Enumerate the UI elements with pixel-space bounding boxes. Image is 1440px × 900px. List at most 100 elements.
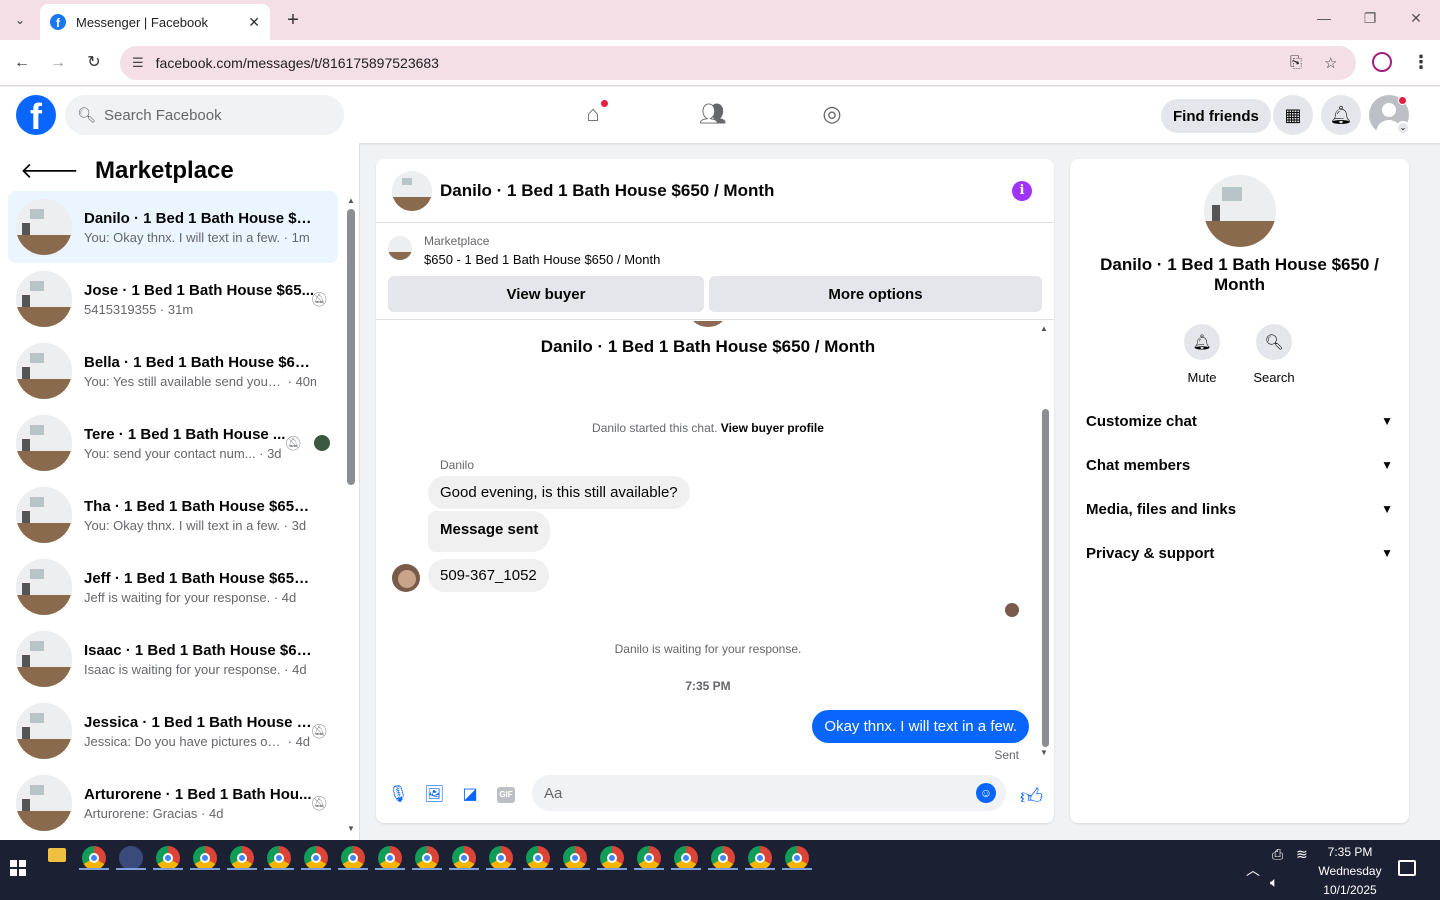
search-in-chat-icon[interactable]: 🔍︎ bbox=[1256, 324, 1292, 360]
conversation-row[interactable]: Arturorene · 1 Bed 1 Bath Hou... Arturore… bbox=[8, 767, 338, 839]
site-info-icon[interactable]: ☰ bbox=[132, 55, 144, 71]
customize-chat-section[interactable]: Customize chat ▼ bbox=[1086, 399, 1393, 443]
tray-device-icon[interactable]: ⎙ bbox=[1272, 846, 1283, 863]
chevron-down-icon: ▼ bbox=[1381, 546, 1393, 560]
mute-action[interactable]: 🔔︎ Mute bbox=[1172, 324, 1232, 385]
new-tab-icon[interactable]: + bbox=[282, 9, 304, 31]
bookmark-star-icon[interactable]: ☆ bbox=[1324, 54, 1337, 72]
omnibox[interactable]: ☰ facebook.com/messages/t/81617589752368… bbox=[120, 46, 1356, 80]
listing-thumbnail bbox=[16, 559, 72, 615]
chrome-taskbar-icon[interactable] bbox=[563, 846, 587, 870]
conversation-row[interactable]: Tha · 1 Bed 1 Bath House $650 / ... You: … bbox=[8, 479, 338, 551]
conversation-row[interactable]: Jose · 1 Bed 1 Bath House $65... 54153193… bbox=[8, 263, 338, 335]
chat-scrollbar[interactable] bbox=[1042, 409, 1049, 747]
chat-scroll-up-arrow[interactable]: ▲ bbox=[1040, 324, 1048, 333]
chrome-taskbar-icon[interactable] bbox=[452, 846, 476, 870]
info-icon[interactable]: i bbox=[1012, 181, 1032, 201]
chat-scroll-down-arrow[interactable]: ▼ bbox=[1040, 748, 1048, 757]
emoji-icon[interactable]: ☺ bbox=[976, 783, 996, 803]
chrome-taskbar-icon[interactable] bbox=[489, 846, 513, 870]
friends-icon[interactable]: 👥︎ bbox=[699, 101, 727, 129]
microphone-icon[interactable]: 🎙︎ bbox=[388, 785, 408, 805]
restore-icon[interactable]: ❐ bbox=[1360, 10, 1380, 27]
facebook-search-input[interactable] bbox=[104, 106, 325, 124]
windows-start-icon[interactable] bbox=[10, 860, 26, 876]
reload-icon[interactable]: ↻ bbox=[83, 52, 105, 74]
tab-search-icon[interactable]: ⌄ bbox=[8, 8, 32, 32]
minimize-icon[interactable]: — bbox=[1314, 10, 1334, 26]
forward-icon[interactable]: → bbox=[47, 52, 69, 74]
account-chevron-down-icon[interactable]: ⌄ bbox=[1396, 121, 1410, 135]
browser-tab[interactable]: f Messenger | Facebook ✕ bbox=[40, 4, 270, 40]
chrome-taskbar-icon[interactable] bbox=[600, 846, 624, 870]
gif-icon[interactable]: GIF bbox=[497, 787, 515, 803]
taskbar-app-icon[interactable] bbox=[119, 846, 143, 870]
notification-center-icon[interactable] bbox=[1398, 860, 1416, 876]
photo-icon[interactable]: 🖼︎ bbox=[424, 785, 444, 805]
message-input-wrapper[interactable]: ☺ bbox=[532, 775, 1006, 811]
chrome-taskbar-icon[interactable] bbox=[415, 846, 439, 870]
tab-title: Messenger | Facebook bbox=[76, 14, 208, 30]
conversation-row[interactable]: Isaac · 1 Bed 1 Bath House $650 ... Isaac… bbox=[8, 623, 338, 695]
buyer-avatar[interactable] bbox=[392, 564, 420, 592]
notifications-bell-icon[interactable]: 🔔︎ bbox=[1321, 95, 1361, 135]
privacy-support-section[interactable]: Privacy & support ▼ bbox=[1086, 531, 1393, 575]
system-clock[interactable]: 7:35 PM Wednesday 10/1/2025 bbox=[1310, 843, 1390, 900]
system-message-bubble[interactable]: Message sent bbox=[428, 511, 551, 552]
tray-chevron-icon[interactable]: ︿ bbox=[1246, 860, 1260, 880]
chrome-taskbar-icon[interactable] bbox=[378, 846, 402, 870]
chat-title[interactable]: Danilo · 1 Bed 1 Bath House $650 / Month bbox=[440, 181, 774, 201]
chrome-taskbar-icon[interactable] bbox=[526, 846, 550, 870]
chrome-taskbar-icon[interactable] bbox=[711, 846, 735, 870]
message-input[interactable] bbox=[544, 784, 964, 802]
network-icon[interactable]: ≋ bbox=[1296, 846, 1308, 863]
incoming-message-bubble[interactable]: Good evening, is this still available? bbox=[428, 476, 690, 509]
volume-icon[interactable]: 🔈︎ bbox=[1270, 874, 1278, 891]
facebook-search[interactable]: 🔍︎ bbox=[65, 95, 344, 135]
conversation-row[interactable]: Bella · 1 Bed 1 Bath House $650 ... You: … bbox=[8, 335, 338, 407]
conversation-row[interactable]: Jessica · 1 Bed 1 Bath House $... Jessica… bbox=[8, 695, 338, 767]
back-icon[interactable]: ← bbox=[11, 52, 33, 74]
facebook-logo-icon[interactable]: f bbox=[16, 95, 56, 135]
chrome-taskbar-icon[interactable] bbox=[230, 846, 254, 870]
chrome-taskbar-icon[interactable] bbox=[637, 846, 661, 870]
chrome-taskbar-icon[interactable] bbox=[82, 846, 106, 870]
outgoing-message-bubble[interactable]: Okay thnx. I will text in a few. bbox=[812, 710, 1029, 743]
chrome-taskbar-icon[interactable] bbox=[193, 846, 217, 870]
find-friends-button[interactable]: Find friends bbox=[1161, 99, 1271, 133]
chrome-taskbar-icon[interactable] bbox=[341, 846, 365, 870]
browser-menu-icon[interactable]: ⋮ bbox=[1412, 52, 1430, 73]
close-window-icon[interactable]: ✕ bbox=[1406, 10, 1426, 27]
groups-icon[interactable]: ◎ bbox=[818, 101, 846, 129]
tab-close-icon[interactable]: ✕ bbox=[248, 14, 260, 31]
chrome-taskbar-icon[interactable] bbox=[267, 846, 291, 870]
menu-grid-icon[interactable]: ▦ bbox=[1273, 95, 1313, 135]
incoming-phone-bubble[interactable]: 509-367_1052 bbox=[428, 559, 549, 592]
chat-members-section[interactable]: Chat members ▼ bbox=[1086, 443, 1393, 487]
listing-title[interactable]: $650 - 1 Bed 1 Bath House $650 / Month bbox=[424, 252, 660, 267]
listing-thumbnail[interactable] bbox=[392, 170, 432, 211]
file-explorer-icon[interactable] bbox=[48, 848, 66, 862]
sticker-icon[interactable]: ◪ bbox=[460, 785, 480, 805]
back-arrow-icon[interactable]: 🡐 bbox=[20, 158, 79, 184]
mute-bell-icon[interactable]: 🔔︎ bbox=[1184, 324, 1220, 360]
browser-profile-icon[interactable] bbox=[1372, 52, 1392, 72]
sidebar-scrollbar[interactable] bbox=[347, 209, 355, 485]
chrome-taskbar-icon[interactable] bbox=[304, 846, 328, 870]
chrome-taskbar-icon[interactable] bbox=[156, 846, 180, 870]
more-options-button[interactable]: More options bbox=[709, 276, 1042, 312]
scroll-up-arrow[interactable]: ▲ bbox=[347, 196, 355, 205]
install-app-icon[interactable]: ⎘ bbox=[1290, 54, 1302, 71]
view-buyer-profile-link[interactable]: View buyer profile bbox=[721, 421, 824, 435]
thumbs-up-icon[interactable]: 👍︎ bbox=[1020, 783, 1043, 810]
search-action[interactable]: 🔍︎ Search bbox=[1244, 324, 1304, 385]
conversation-row[interactable]: Jeff · 1 Bed 1 Bath House $650 / ... Jeff… bbox=[8, 551, 338, 623]
chrome-taskbar-icon[interactable] bbox=[785, 846, 809, 870]
conversation-row[interactable]: Danilo · 1 Bed 1 Bath House $65... You: O… bbox=[8, 191, 338, 263]
scroll-down-arrow[interactable]: ▼ bbox=[347, 824, 355, 833]
conversation-row[interactable]: Tere · 1 Bed 1 Bath House ... You: send y… bbox=[8, 407, 338, 479]
view-buyer-button[interactable]: View buyer bbox=[388, 276, 704, 312]
media-files-links-section[interactable]: Media, files and links ▼ bbox=[1086, 487, 1393, 531]
chrome-taskbar-icon[interactable] bbox=[748, 846, 772, 870]
chrome-taskbar-icon[interactable] bbox=[674, 846, 698, 870]
